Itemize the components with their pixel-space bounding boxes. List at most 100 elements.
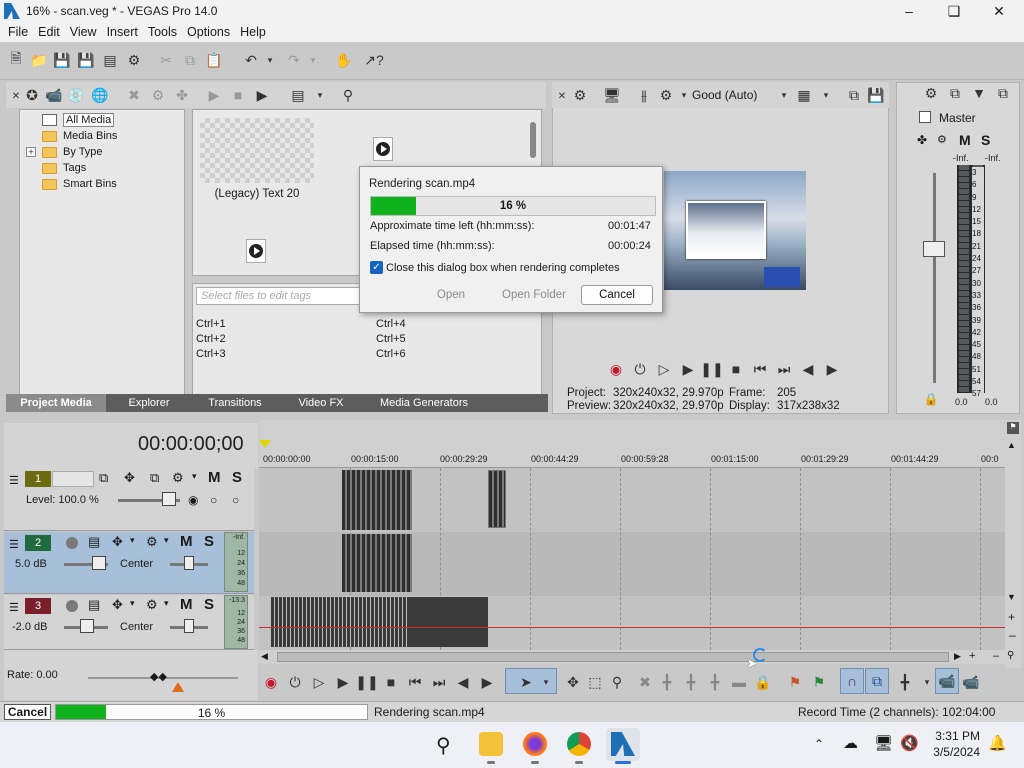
scroll-up-icon[interactable]: ▲ [1007, 440, 1016, 450]
zoom-tool-icon[interactable]: ⚲ [609, 674, 625, 690]
tab-media-generators[interactable]: Media Generators [364, 394, 484, 412]
lock-icon[interactable]: 🔒 [923, 391, 939, 407]
scroll-thumb[interactable] [277, 652, 949, 662]
overlays-dropdown-icon[interactable]: ▾ [818, 87, 834, 103]
volume-slider-handle[interactable] [80, 619, 94, 633]
rate-slider-handle[interactable]: ◆◆ [150, 670, 167, 683]
master-solo-button[interactable]: S [981, 132, 990, 148]
trim-icon[interactable]: ╋ [659, 674, 675, 690]
preview-quality-select[interactable]: Good (Auto) [692, 88, 757, 102]
scroll-right-icon[interactable]: ▶ [954, 651, 961, 662]
track-fx-gear-icon[interactable]: ⚙ [146, 534, 158, 550]
time-ruler[interactable]: 00:00:00:00 00:00:15:00 00:00:29:29 00:0… [259, 450, 1005, 468]
zoom-time-out-icon[interactable]: – [993, 650, 999, 662]
menu-tools[interactable]: Tools [143, 25, 182, 39]
track-3-header[interactable]: ☰ 3 ▤ ✥ ▾ ⚙ ▾ M S -13.3 12 24 36 48 -2.0… [4, 595, 254, 650]
media-properties-icon[interactable]: ✤ [174, 87, 190, 103]
close-panel-icon[interactable]: ✕ [8, 88, 24, 104]
make-compositing-child-icon[interactable]: ○ [210, 493, 217, 507]
gear-dropdown-icon[interactable]: ▾ [164, 598, 169, 609]
save-snapshot-icon[interactable]: 💾 [867, 87, 884, 103]
copy-icon[interactable]: ⧉ [182, 52, 198, 68]
track-solo-button[interactable]: S [204, 533, 214, 550]
go-to-start-icon[interactable]: ⏮ [752, 361, 768, 377]
maximize-button[interactable]: ❑ [931, 0, 977, 22]
media-fx-icon[interactable]: ⚙ [150, 87, 166, 103]
arm-for-record-icon[interactable] [66, 600, 78, 612]
open-project-icon[interactable]: 📁 [30, 52, 47, 68]
gear-dropdown-icon[interactable]: ▾ [164, 535, 169, 546]
pause-icon[interactable]: ❚❚ [355, 674, 378, 690]
volume-muted-icon[interactable]: 🔇 [900, 734, 919, 752]
delete-icon[interactable]: ✖ [637, 674, 653, 690]
zoom-tool-icon[interactable]: ⚲ [1007, 650, 1014, 661]
get-media-web-icon[interactable]: 💿 [67, 87, 84, 103]
previous-frame-icon[interactable]: ◀ [800, 361, 816, 377]
taskbar-date[interactable]: 3/5/2024 [928, 745, 980, 759]
tree-item-by-type[interactable]: + By Type [26, 145, 103, 159]
help-whats-this-icon[interactable]: ↗? [364, 52, 384, 68]
tree-item-smart-bins[interactable]: Smart Bins [42, 177, 117, 191]
cancel-render-button[interactable]: Cancel [581, 285, 653, 305]
media-file-icon[interactable] [246, 239, 266, 263]
auto-preview-icon[interactable]: ▶ [254, 87, 270, 103]
arm-for-record-icon[interactable] [66, 537, 78, 549]
play-from-start-icon[interactable]: ▷ [656, 361, 672, 377]
video-clip-track-1[interactable] [342, 470, 412, 530]
notification-bell-icon[interactable]: 🔔 [988, 734, 1007, 752]
insert-marker-icon[interactable]: ⚑ [787, 674, 803, 690]
track-fx-dropdown-icon[interactable]: ▾ [192, 471, 197, 482]
close-window-button[interactable]: ✕ [976, 0, 1022, 22]
pan-slider-handle[interactable] [184, 556, 194, 570]
save-as-icon[interactable]: 💾 [77, 52, 94, 68]
mixer-dim-icon[interactable]: ▼ [971, 85, 987, 101]
loop-playback-icon[interactable]: ⏻ [632, 361, 648, 377]
scroll-down-icon[interactable]: ▼ [1007, 592, 1016, 602]
remove-media-icon[interactable]: ✖ [126, 87, 142, 103]
vegas-taskbar-button[interactable] [606, 728, 640, 761]
track-fx-icon[interactable]: ⧉ [150, 470, 159, 486]
play-from-start-icon[interactable]: ▷ [311, 674, 327, 690]
zoom-time-in-icon[interactable]: + [969, 650, 975, 662]
copy-snapshot-icon[interactable]: ⧉ [846, 87, 862, 103]
overlays-grid-icon[interactable]: ▦ [796, 87, 812, 103]
record-icon[interactable]: ◉ [263, 674, 279, 690]
redo-icon[interactable]: ↷ [286, 52, 302, 68]
compositing-mode-icon[interactable]: ⧉ [99, 470, 108, 486]
make-compositing-parent-icon[interactable]: ○ [232, 493, 239, 507]
ignore-grouping-icon[interactable]: 📹 [962, 674, 979, 690]
open-folder-button[interactable]: Open Folder [497, 285, 571, 305]
monitor-icon[interactable]: 🖥 [874, 734, 893, 752]
text-event-clip[interactable] [488, 470, 506, 528]
motion-icon[interactable]: ✥ [124, 470, 135, 486]
import-media-icon[interactable]: ✪ [24, 87, 40, 103]
firefox-icon[interactable] [523, 732, 547, 756]
lock-envelopes-toggle[interactable]: 📹 [935, 668, 959, 694]
status-cancel-button[interactable]: Cancel [4, 704, 51, 720]
minimize-button[interactable]: – [886, 0, 932, 22]
taskbar-time[interactable]: 3:31 PM [934, 729, 980, 743]
tree-item-tags[interactable]: Tags [42, 161, 86, 175]
new-project-icon[interactable]: 🗎 [8, 50, 24, 68]
stop-icon[interactable]: ■ [728, 361, 744, 377]
loop-playback-icon[interactable]: ⏻ [287, 674, 303, 690]
menu-options[interactable]: Options [182, 25, 235, 39]
timeline-vertical-scrollbar[interactable]: ⚑ ▲ ▼ + – [1005, 420, 1021, 668]
expand-icon[interactable]: + [26, 147, 36, 157]
open-button[interactable]: Open [415, 285, 487, 305]
tab-video-fx[interactable]: Video FX [278, 394, 364, 412]
split-icon[interactable]: ▬ [731, 674, 747, 690]
render-as-icon[interactable]: ▤ [102, 52, 118, 68]
track-2-header[interactable]: ☰ 2 ▤ ✥ ▾ ⚙ ▾ M S -Inf. 12 24 36 48 5.0 … [4, 532, 254, 594]
loop-marker-icon[interactable] [259, 440, 271, 448]
show-hidden-icons-chevron-icon[interactable]: ⌃ [814, 737, 824, 751]
play-media-icon[interactable]: ▶ [206, 87, 222, 103]
track-solo-button[interactable]: S [204, 596, 214, 613]
menu-help[interactable]: Help [235, 25, 271, 39]
track-minimize-icon[interactable]: ☰ [9, 538, 19, 551]
track-mute-button[interactable]: M [180, 533, 193, 550]
video-fx-icon[interactable]: ⚙ [658, 87, 674, 103]
track-1-header[interactable]: ☰ 1 ⧉ ✥ ⧉ ⚙ ▾ M S Level: 100.0 % ◉ ○ ○ [4, 468, 254, 531]
media-list-scrollbar[interactable] [530, 122, 536, 158]
go-to-start-icon[interactable]: ⏮ [407, 674, 423, 690]
